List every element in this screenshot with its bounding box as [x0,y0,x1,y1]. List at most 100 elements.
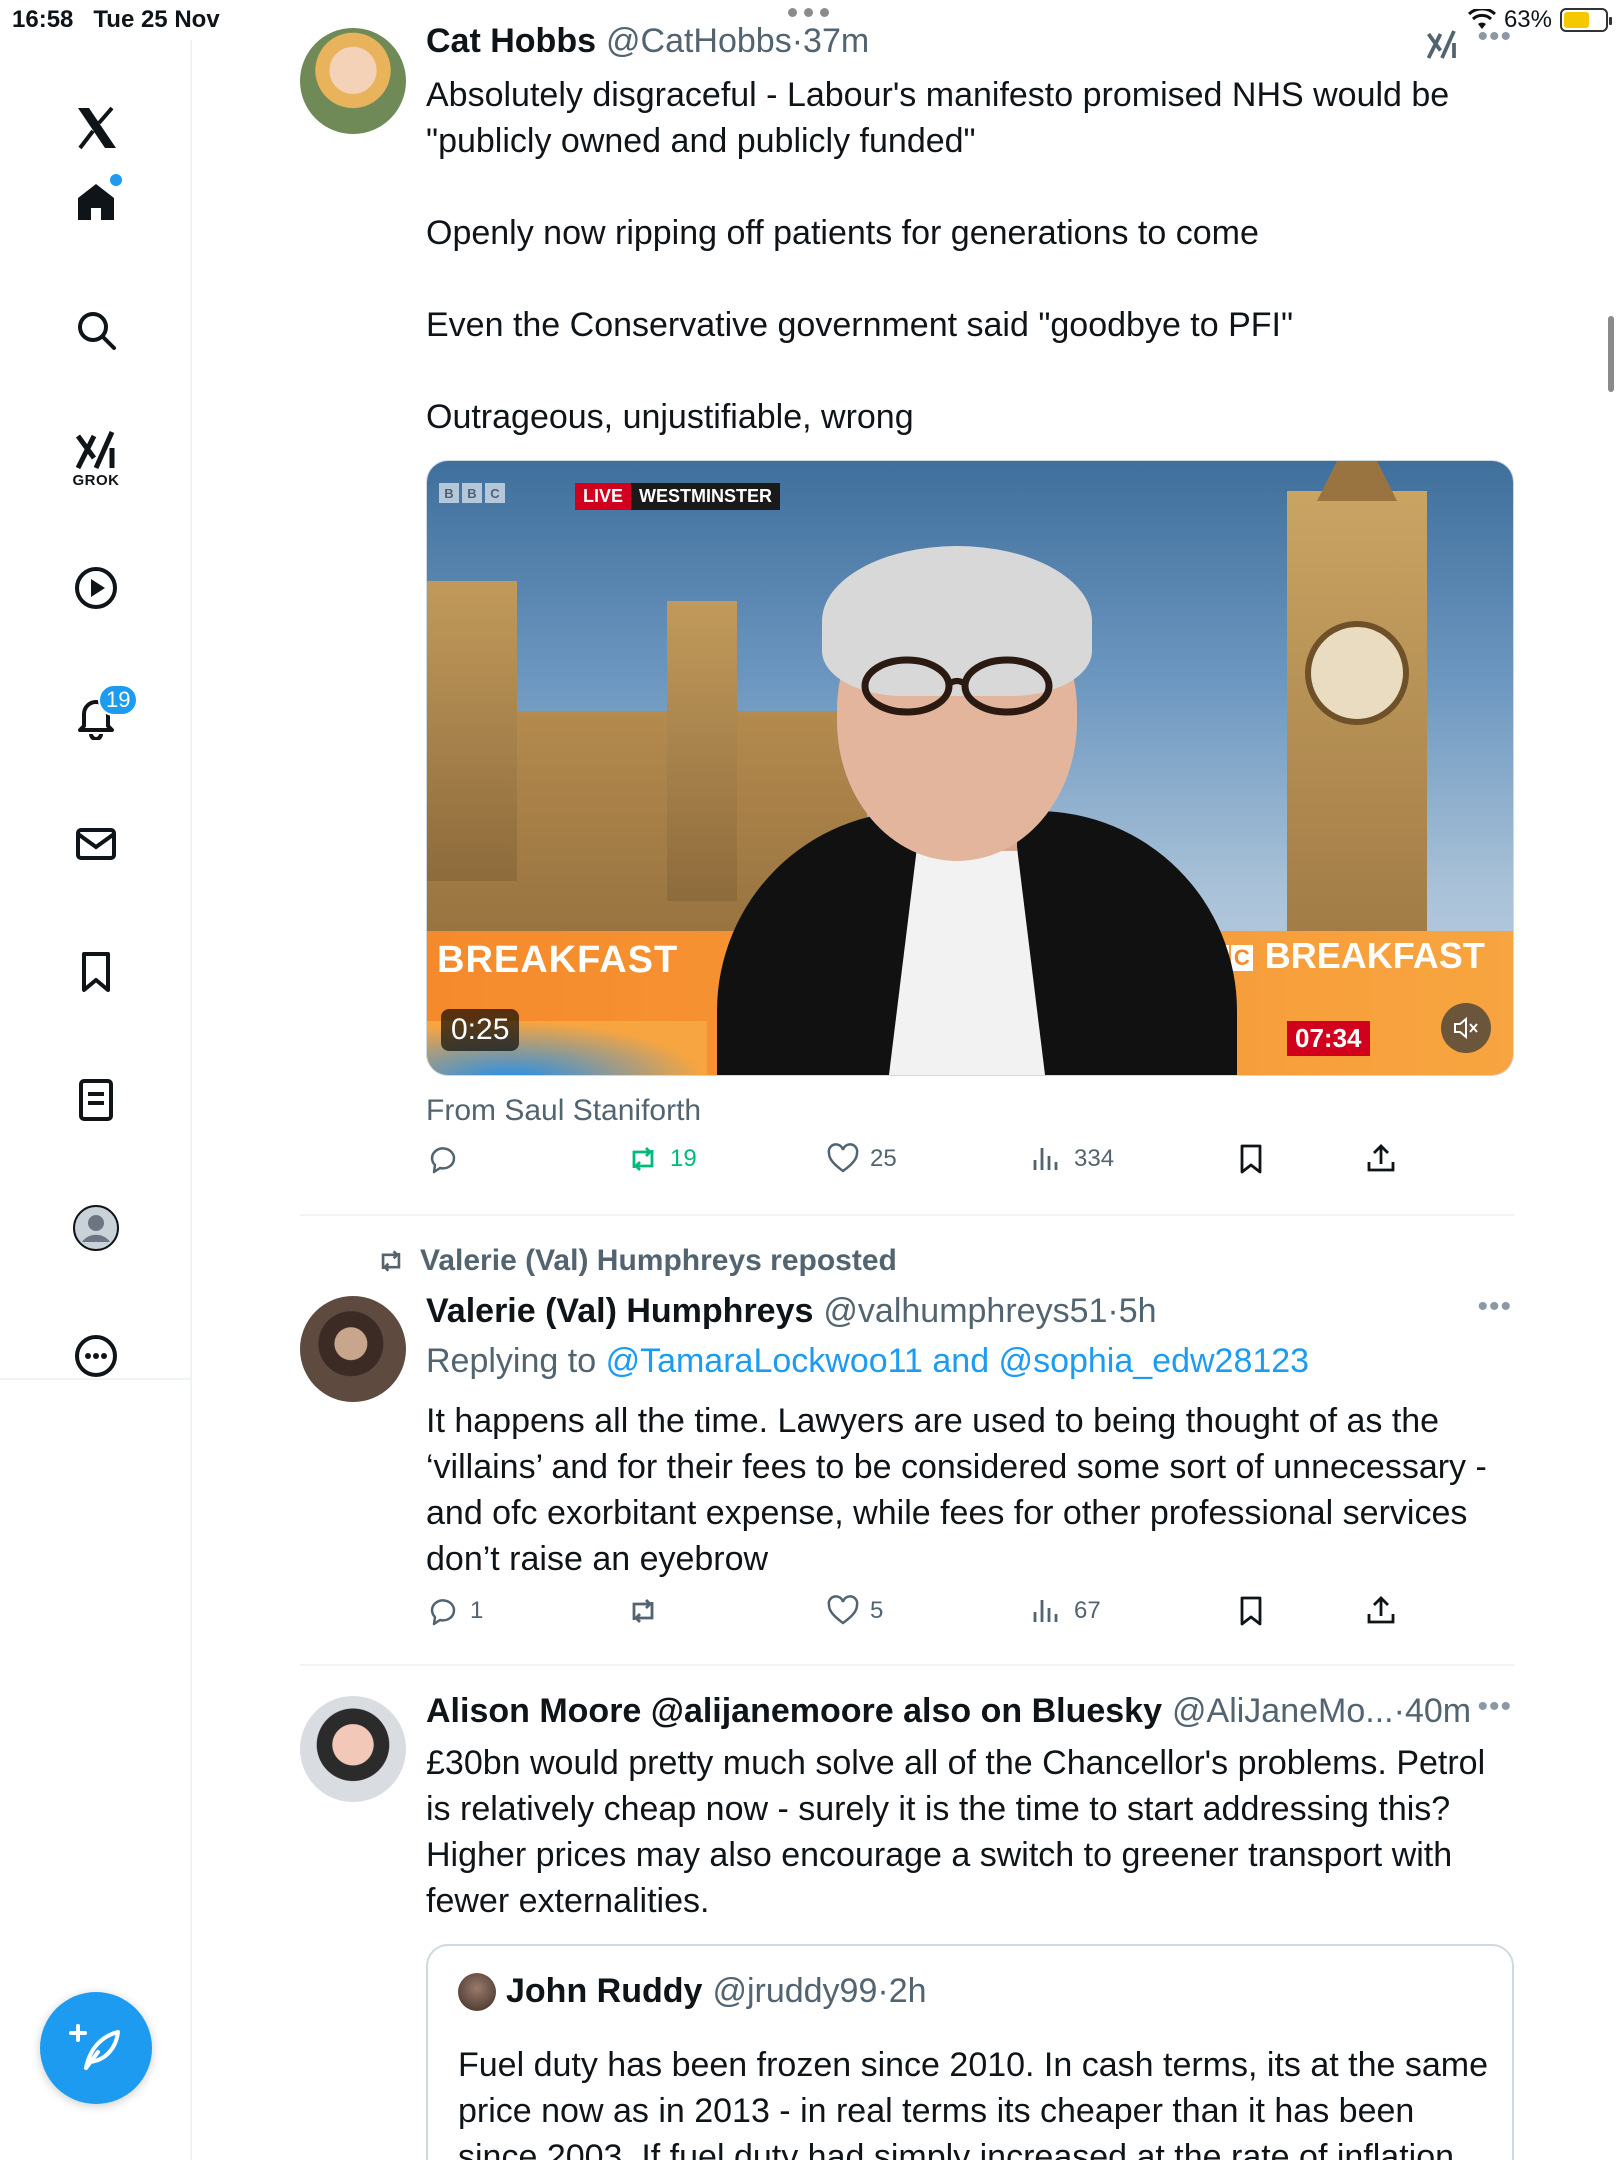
compose-icon [69,2024,120,2070]
quoted-tweet-text: Fuel duty has been frozen since 2010. In… [458,2046,1488,2160]
share-button[interactable] [1364,1594,1398,1628]
views-icon [1033,1148,1058,1170]
author-name[interactable]: Alison Moore @alijanemoore also on Blues… [426,1692,1162,1731]
status-date: Tue 25 Nov [93,6,220,33]
sidebar-item-bookmarks[interactable] [56,932,136,1012]
tweet-actions: 1 5 67 [426,1594,1506,1644]
views-button[interactable]: 67 [1030,1594,1101,1628]
author-handle[interactable]: @valhumphreys51·5h [823,1292,1156,1331]
reply-icon [430,1599,456,1626]
quoted-author-name[interactable]: John Ruddy [506,1972,702,2011]
quoted-avatar[interactable] [458,1972,496,2011]
avatar[interactable] [300,28,406,134]
sidebar-item-home[interactable] [56,162,136,242]
video-duration: 0:25 [441,1009,520,1051]
mail-icon [76,828,116,860]
tweet-header: Cat Hobbs @CatHobbs·37m [426,22,869,61]
tweet-text: £30bn would pretty much solve all of the… [426,1744,1495,1920]
repost-icon [632,1599,654,1623]
compose-button[interactable] [40,1992,152,2104]
sidebar-item-more[interactable] [56,1316,136,1396]
tweet-divider [300,1214,1514,1216]
replying-to: Replying to @TamaraLockwoo11 and @sophia… [426,1342,1310,1380]
author-handle[interactable]: @CatHobbs·37m [606,22,869,61]
author-handle[interactable]: @AliJaneMo...·40m [1172,1692,1471,1731]
more-icon [75,1335,117,1377]
sidebar: GROK 19 [0,40,192,2160]
grok-corner-icon[interactable] [1424,28,1460,64]
sidebar-item-messages[interactable] [56,804,136,884]
tweet-header: Valerie (Val) Humphreys @valhumphreys51·… [426,1292,1157,1331]
parliament-tower-center [667,601,737,901]
tweet-header: Alison Moore @alijanemoore also on Blues… [426,1692,1471,1731]
sidebar-item-notifications[interactable]: 19 [56,676,139,756]
repost-button[interactable]: 19 [626,1142,697,1176]
reply-button[interactable]: 1 [426,1594,483,1628]
repost-context[interactable]: Valerie (Val) Humphreys reposted [376,1244,897,1278]
reply-mentions[interactable]: @TamaraLockwoo11 and @sophia_edw28123 [606,1342,1310,1380]
video-source-attribution[interactable]: From Saul Staniforth [426,1094,701,1128]
views-icon [1033,1600,1058,1622]
avatar-icon [73,1205,119,1251]
share-icon [1367,1144,1395,1172]
repost-icon [632,1147,654,1171]
sidebar-divider [0,1378,192,1380]
more-options-icon[interactable]: ••• [1477,1290,1512,1324]
bookmark-button[interactable] [1234,1594,1268,1628]
avatar[interactable] [300,1296,406,1402]
tweet-text: It happens all the time. Lawyers are use… [426,1402,1497,1578]
bbc-logo: BBC [439,483,505,503]
tweet-divider [300,1664,1514,1666]
grok-label: GROK [72,471,120,489]
breakfast-banner-left: BREAKFAST [437,939,679,981]
home-unread-dot [110,174,122,186]
bookmark-icon [1240,1596,1262,1626]
parliament-tower-left [427,581,517,881]
heart-icon [827,1595,859,1625]
more-options-icon[interactable]: ••• [1477,1690,1512,1724]
status-time: 16:58 Tue 25 Nov [12,6,220,33]
big-ben-spire [1317,461,1397,501]
x-logo-icon[interactable] [56,88,136,168]
breakfast-banner-right: BC BREAKFAST [1207,935,1485,977]
sidebar-item-grok[interactable]: GROK [56,418,136,498]
scroll-indicator[interactable] [1608,316,1614,392]
play-icon [75,567,117,609]
broadcast-clock: 07:34 [1287,1021,1370,1056]
bookmark-icon [1240,1144,1262,1174]
mute-button[interactable] [1441,1003,1491,1053]
sidebar-item-search[interactable] [56,290,136,370]
views-button[interactable]: 334 [1030,1142,1114,1176]
search-icon [78,312,116,350]
avatar[interactable] [300,1696,406,1802]
share-icon [1367,1596,1395,1624]
big-ben-clock [1305,621,1409,725]
like-button[interactable]: 25 [826,1142,897,1176]
bookmark-icon [82,952,110,992]
video-player[interactable]: BREAKFAST BC BREAKFAST BBC LIVEWESTMINST… [426,460,1514,1076]
sidebar-item-lists[interactable] [56,1060,136,1140]
presenter-glasses [861,656,1053,716]
reply-button[interactable] [426,1142,470,1176]
sidebar-item-profile[interactable] [56,1188,136,1268]
sidebar-item-video[interactable] [56,548,136,628]
quoted-tweet-header: John Ruddy @jruddy99·2h [458,1972,927,2011]
author-name[interactable]: Valerie (Val) Humphreys [426,1292,813,1331]
grok-icon [75,430,115,469]
more-options-icon[interactable]: ••• [1477,20,1512,54]
quoted-tweet[interactable]: John Ruddy @jruddy99·2h Fuel duty has be… [426,1944,1514,2160]
live-tag: LIVE WESTMINSTER [575,483,781,510]
bookmark-button[interactable] [1234,1142,1268,1176]
repost-icon [381,1250,401,1272]
author-name[interactable]: Cat Hobbs [426,22,596,61]
tweet-actions: 19 25 334 [426,1142,1506,1192]
like-button[interactable]: 5 [826,1594,883,1628]
multitasking-dots[interactable] [788,8,829,17]
reply-icon [430,1147,456,1174]
repost-button[interactable] [626,1594,670,1628]
list-icon [79,1079,113,1121]
battery-icon [1560,8,1612,32]
share-button[interactable] [1364,1142,1398,1176]
quoted-author-handle[interactable]: @jruddy99·2h [712,1972,926,2011]
heart-icon [827,1143,859,1173]
